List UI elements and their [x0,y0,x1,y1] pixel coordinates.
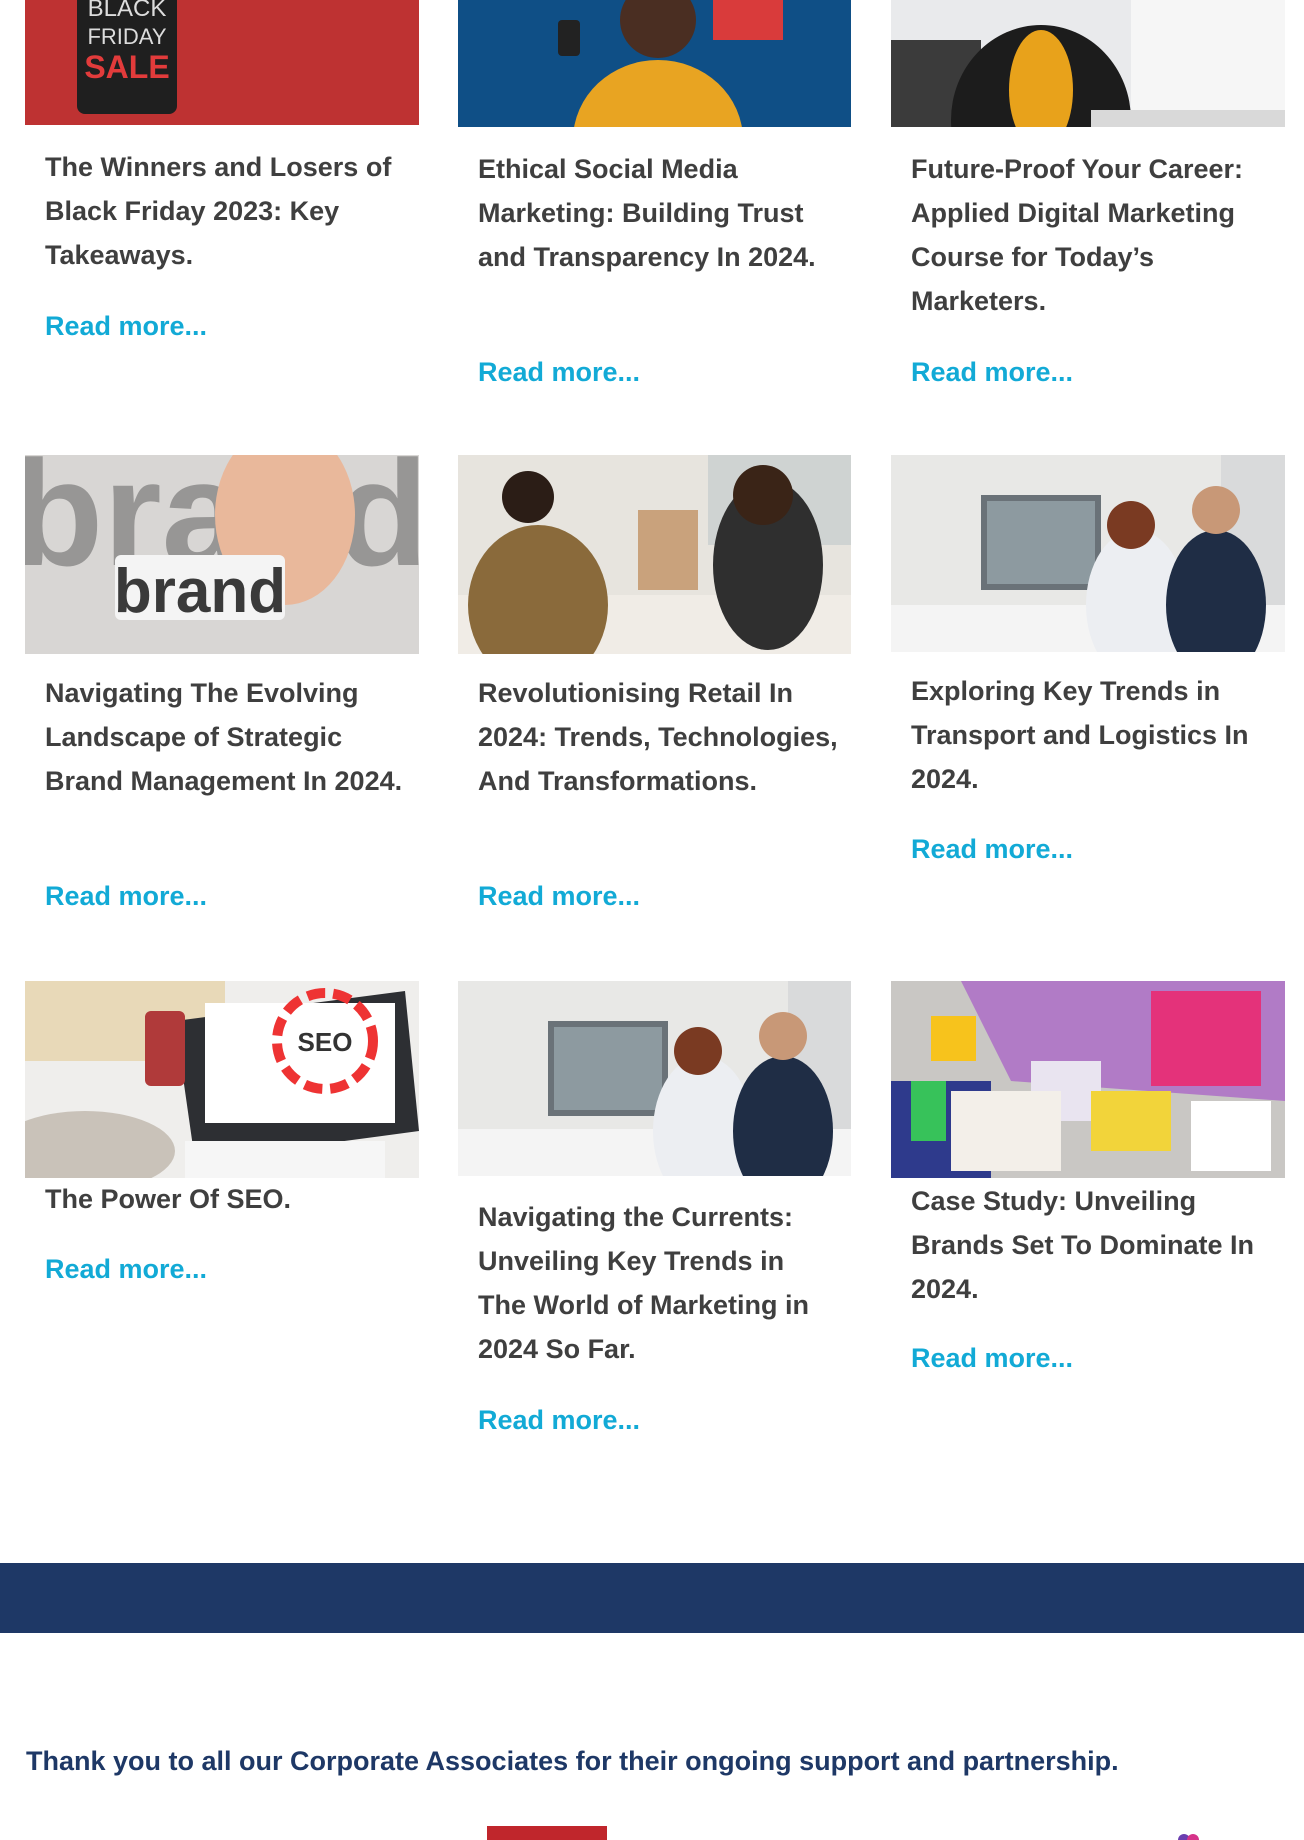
article-title[interactable]: Future-Proof Your Career: Applied Digita… [911,147,1271,323]
partner-logo[interactable] [1178,1832,1200,1840]
footer-band [0,1563,1304,1633]
read-more-link[interactable]: Read more... [478,879,640,913]
article-title[interactable]: Ethical Social Media Marketing: Building… [478,147,838,279]
read-more-link[interactable]: Read more... [45,309,207,343]
article-image[interactable]: BLACK FRIDAY SALE [25,0,419,125]
article-title[interactable]: The Winners and Losers of Black Friday 2… [45,145,405,277]
read-more-link[interactable]: Read more... [478,1403,640,1437]
article-image[interactable]: brand brand [25,455,419,654]
article-image[interactable] [458,455,851,654]
article-title[interactable]: The Power Of SEO. [45,1177,405,1221]
read-more-link[interactable]: Read more... [911,832,1073,866]
article-title[interactable]: Revolutionising Retail In 2024: Trends, … [478,671,838,803]
svg-text:SEO: SEO [298,1027,353,1057]
read-more-link[interactable]: Read more... [478,355,640,389]
svg-text:brand: brand [114,557,286,626]
partner-logo[interactable] [487,1826,607,1840]
article-image[interactable]: SEO [25,981,419,1178]
article-image[interactable] [891,455,1285,652]
read-more-link[interactable]: Read more... [45,879,207,913]
article-title[interactable]: Navigating the Currents: Unveiling Key T… [478,1195,838,1371]
article-title[interactable]: Navigating The Evolving Landscape of Str… [45,671,405,803]
article-image[interactable] [891,981,1285,1178]
read-more-link[interactable]: Read more... [45,1252,207,1286]
article-image[interactable] [891,0,1285,127]
svg-text:SALE: SALE [84,49,169,85]
sign-text: BLACK [88,0,167,22]
article-image[interactable] [458,981,851,1176]
read-more-link[interactable]: Read more... [911,355,1073,389]
read-more-link[interactable]: Read more... [911,1341,1073,1375]
article-title[interactable]: Case Study: Unveiling Brands Set To Domi… [911,1179,1271,1311]
article-title[interactable]: Exploring Key Trends in Transport and Lo… [911,669,1271,801]
article-image[interactable] [458,0,851,127]
svg-text:FRIDAY: FRIDAY [87,24,166,49]
corporate-associates-thanks: Thank you to all our Corporate Associate… [26,1746,1119,1776]
